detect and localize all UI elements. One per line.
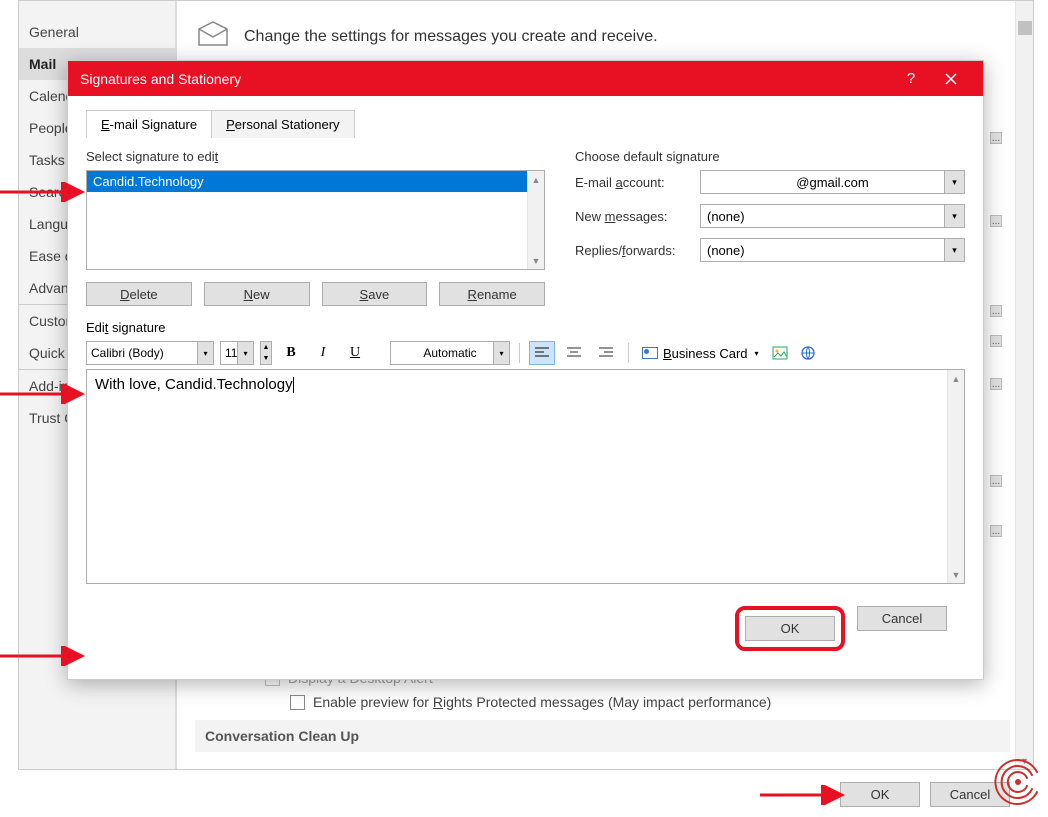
options-ok-button[interactable]: OK (840, 782, 920, 807)
help-button[interactable]: ? (891, 61, 931, 96)
editor-toolbar: Calibri (Body)▾ 11▾ ▲▼ B I U Automatic▾ (86, 341, 965, 365)
email-account-select[interactable]: @gmail.com▾ (700, 170, 965, 194)
tab-email-signature[interactable]: E-mail Signature (86, 110, 212, 138)
font-size-combo[interactable]: 11▾ (220, 341, 254, 365)
bg-button-sliver: ... (990, 305, 1002, 317)
signature-list-item[interactable]: Candid.Technology (87, 171, 544, 192)
font-color-combo[interactable]: Automatic▾ (390, 341, 510, 365)
signature-list-scrollbar[interactable]: ▲ ▼ (527, 171, 544, 269)
choose-default-label: Choose default signature (575, 149, 965, 164)
font-size-spinner[interactable]: ▲▼ (260, 341, 272, 365)
bg-button-sliver: ... (990, 525, 1002, 537)
dialog-titlebar: Signatures and Stationery ? (68, 61, 983, 96)
tab-personal-stationery[interactable]: Personal Stationery (211, 110, 354, 138)
bold-button[interactable]: B (278, 341, 304, 365)
email-account-label: E-mail account: (575, 175, 690, 190)
new-messages-select[interactable]: (none)▾ (700, 204, 965, 228)
signatures-dialog: Signatures and Stationery ? E-mail Signa… (67, 60, 984, 680)
checkbox-rights-preview[interactable] (290, 695, 305, 710)
checkbox-label: Enable preview for Rights Protected mess… (313, 694, 771, 710)
bg-button-sliver: ... (990, 335, 1002, 347)
close-button[interactable] (931, 61, 971, 96)
signature-list[interactable]: Candid.Technology ▲ ▼ (86, 170, 545, 270)
signature-editor[interactable]: With love, Candid.Technology ▲ ▼ (86, 369, 965, 584)
select-signature-label: Select signature to edit (86, 149, 545, 164)
insert-hyperlink-button[interactable] (797, 342, 819, 364)
dialog-ok-button[interactable]: OK (745, 616, 835, 641)
section-conversation-cleanup: Conversation Clean Up (195, 720, 1010, 752)
dialog-title: Signatures and Stationery (80, 71, 891, 87)
underline-button[interactable]: U (342, 341, 368, 365)
bg-button-sliver: ... (990, 132, 1002, 144)
save-button[interactable]: Save (322, 282, 428, 306)
delete-button[interactable]: Delete (86, 282, 192, 306)
edit-signature-label: Edit signature (86, 320, 965, 335)
align-right-button[interactable] (593, 341, 619, 365)
editor-text: With love, Candid.Technology (95, 376, 294, 393)
dialog-cancel-button[interactable]: Cancel (857, 606, 947, 631)
bg-button-sliver: ... (990, 378, 1002, 390)
options-scrollbar[interactable]: ▼ (1015, 1, 1033, 769)
business-card-button[interactable]: Business Card ▾ (638, 341, 763, 365)
bg-lower-content: Display a Desktop Alert Enable preview f… (195, 670, 1010, 752)
new-messages-label: New messages: (575, 209, 690, 224)
editor-scrollbar[interactable]: ▲ ▼ (947, 370, 964, 583)
bg-button-sliver: ... (990, 215, 1002, 227)
dialog-footer: OK Cancel (86, 592, 965, 665)
envelope-icon (197, 21, 229, 52)
font-combo[interactable]: Calibri (Body)▾ (86, 341, 214, 365)
align-center-button[interactable] (561, 341, 587, 365)
annotation-arrow (760, 785, 852, 805)
ok-highlight-annotation: OK (735, 606, 845, 651)
new-button[interactable]: New (204, 282, 310, 306)
mail-header-text: Change the settings for messages you cre… (244, 28, 658, 46)
replies-forwards-select[interactable]: (none)▾ (700, 238, 965, 262)
dialog-tabs: E-mail Signature Personal Stationery (86, 110, 965, 138)
bg-button-sliver: ... (990, 475, 1002, 487)
options-footer-buttons: OK Cancel (840, 782, 1010, 807)
italic-button[interactable]: I (310, 341, 336, 365)
replies-forwards-label: Replies/forwards: (575, 243, 690, 258)
rename-button[interactable]: Rename (439, 282, 545, 306)
sidebar-item-general[interactable]: General (19, 16, 175, 48)
align-left-button[interactable] (529, 341, 555, 365)
candid-logo-icon (992, 756, 1044, 813)
insert-picture-button[interactable] (769, 342, 791, 364)
business-card-icon (642, 347, 658, 359)
